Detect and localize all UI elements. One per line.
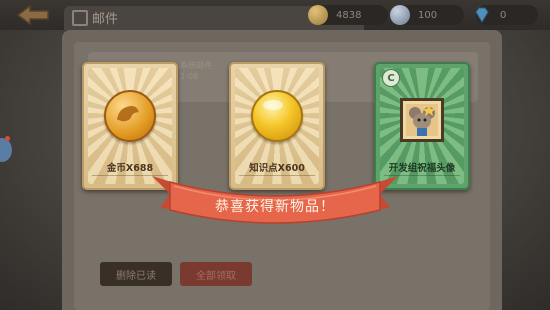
silver-coin-icon [390,5,410,25]
gold-coin-icon [308,5,328,25]
claim-all-button[interactable]: 全部领取 [180,262,252,286]
currency-diamond: 0 [475,5,538,25]
mail-icon [72,10,88,26]
mouse-avatar-icon [400,98,444,142]
currency-gold-value: 4838 [336,9,362,21]
page-title: 邮件 [92,12,119,27]
delete-read-button[interactable]: 删除已读 [100,262,172,286]
gold-coin-icon [104,90,156,142]
mail-item-date: 2-08 [180,72,199,81]
currency-gold: 4838 [308,5,388,25]
currency-diamond-value: 0 [500,9,507,21]
diamond-icon [475,7,489,23]
congrats-text: 恭喜获得新物品！ [215,199,335,215]
currency-silver-value: 100 [418,9,438,21]
rarity-badge: C [382,69,400,87]
mail-item-title: 系统邮件 [180,61,212,70]
back-arrow-icon[interactable] [16,4,50,26]
knowledge-orb-icon [251,90,303,142]
currency-silver: 100 [390,5,464,25]
